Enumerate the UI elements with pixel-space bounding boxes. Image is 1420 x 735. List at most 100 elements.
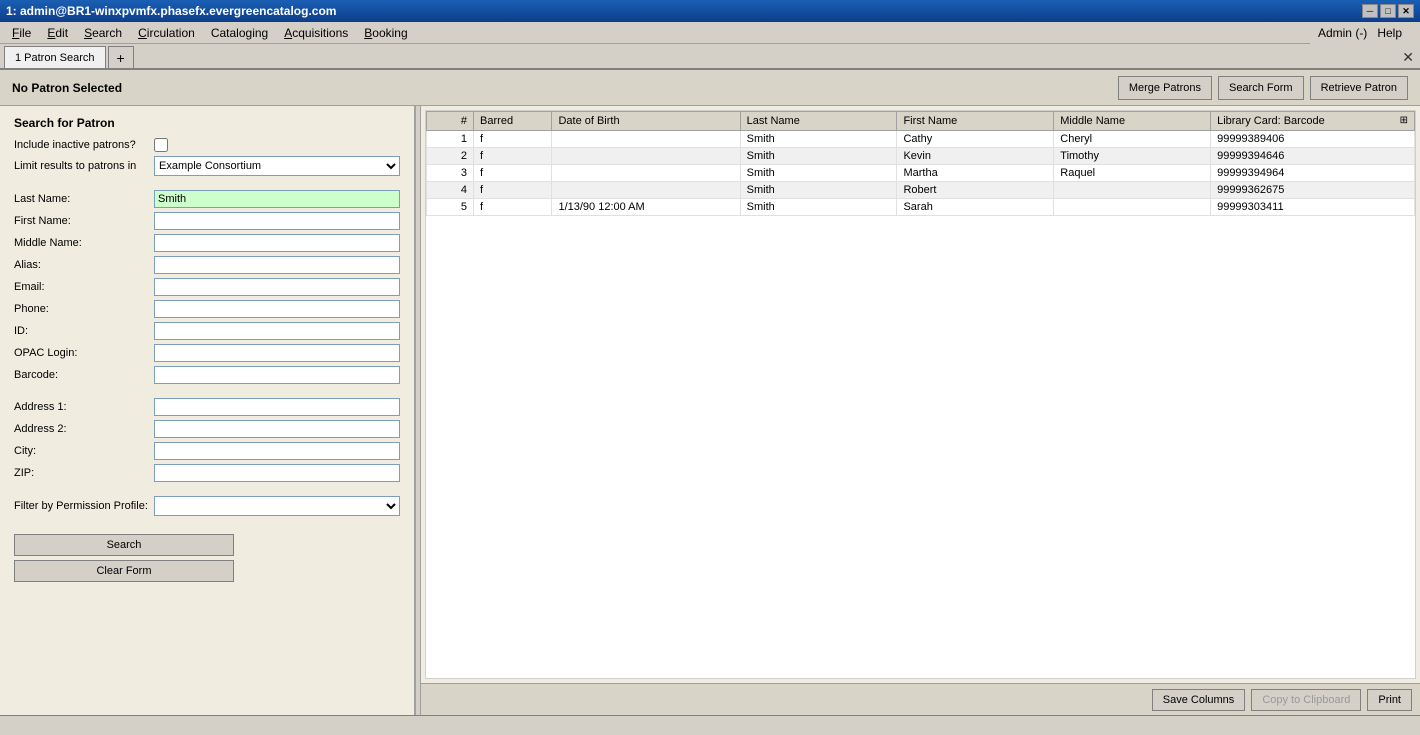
cell-lastname: Smith: [740, 165, 897, 182]
barcode-input[interactable]: [154, 366, 400, 384]
col-header-firstname[interactable]: First Name: [897, 112, 1054, 131]
address1-input[interactable]: [154, 398, 400, 416]
col-header-lastname[interactable]: Last Name: [740, 112, 897, 131]
retrieve-patron-button[interactable]: Retrieve Patron: [1310, 76, 1408, 100]
menu-cataloging[interactable]: Cataloging: [203, 24, 276, 42]
table-row[interactable]: 5 f 1/13/90 12:00 AM Smith Sarah 9999930…: [427, 199, 1415, 216]
city-row: City:: [14, 442, 400, 460]
col-header-card[interactable]: Library Card: Barcode ⊞: [1211, 112, 1415, 131]
cell-firstname: Sarah: [897, 199, 1054, 216]
results-table-container: # Barred Date of Birth Last Name First N…: [425, 110, 1416, 679]
patron-selected-title: No Patron Selected: [12, 81, 122, 95]
cell-barred: f: [474, 165, 552, 182]
cell-lastname: Smith: [740, 199, 897, 216]
alias-row: Alias:: [14, 256, 400, 274]
menu-file[interactable]: File: [4, 24, 39, 42]
save-columns-button[interactable]: Save Columns: [1152, 689, 1246, 711]
tab-add-button[interactable]: +: [108, 46, 134, 68]
alias-input[interactable]: [154, 256, 400, 274]
menu-acquisitions[interactable]: Acquisitions: [276, 24, 356, 42]
cell-dob: [552, 131, 740, 148]
col-header-num: #: [427, 112, 474, 131]
col-header-middle[interactable]: Middle Name: [1054, 112, 1211, 131]
titlebar-controls: ─ □ ✕: [1362, 4, 1414, 18]
menu-edit[interactable]: Edit: [39, 24, 76, 42]
help-label[interactable]: Help: [1377, 26, 1402, 40]
col-header-barred[interactable]: Barred: [474, 112, 552, 131]
window-close-icon[interactable]: ✕: [1402, 47, 1414, 67]
copy-clipboard-button[interactable]: Copy to Clipboard: [1251, 689, 1361, 711]
include-inactive-checkbox[interactable]: [154, 138, 168, 152]
address2-row: Address 2:: [14, 420, 400, 438]
cell-middle: Timothy: [1054, 148, 1211, 165]
menubar: File Edit Search Circulation Cataloging …: [0, 22, 1420, 44]
limit-results-select[interactable]: Example Consortium: [154, 156, 400, 176]
search-form-title: Search for Patron: [14, 116, 400, 130]
menu-search[interactable]: Search: [76, 24, 130, 42]
patron-header-buttons: Merge Patrons Search Form Retrieve Patro…: [1118, 76, 1408, 100]
cell-card: 99999394646: [1211, 148, 1415, 165]
filter-label: Filter by Permission Profile:: [14, 500, 154, 512]
menu-circulation[interactable]: Circulation: [130, 24, 203, 42]
tab-patron-search[interactable]: 1 Patron Search: [4, 46, 106, 68]
last-name-input[interactable]: [154, 190, 400, 208]
titlebar-title: 1: admin@BR1-winxpvmfx.phasefx.evergreen…: [6, 4, 336, 18]
email-label: Email:: [14, 281, 154, 293]
admin-area: Admin (-) Help: [1310, 22, 1420, 44]
filter-select[interactable]: [154, 496, 400, 516]
cell-firstname: Cathy: [897, 131, 1054, 148]
table-row[interactable]: 3 f Smith Martha Raquel 99999394964: [427, 165, 1415, 182]
admin-label[interactable]: Admin (-): [1318, 26, 1367, 40]
cell-card: 99999362675: [1211, 182, 1415, 199]
cell-num: 4: [427, 182, 474, 199]
cell-num: 3: [427, 165, 474, 182]
search-panel: Search for Patron Include inactive patro…: [0, 106, 415, 715]
first-name-input[interactable]: [154, 212, 400, 230]
cell-card: 99999303411: [1211, 199, 1415, 216]
cell-dob: [552, 148, 740, 165]
cell-lastname: Smith: [740, 131, 897, 148]
address1-row: Address 1:: [14, 398, 400, 416]
col-resize-icon[interactable]: ⊞: [1400, 115, 1408, 126]
close-button[interactable]: ✕: [1398, 4, 1414, 18]
table-row[interactable]: 2 f Smith Kevin Timothy 99999394646: [427, 148, 1415, 165]
cell-barred: f: [474, 199, 552, 216]
cell-lastname: Smith: [740, 182, 897, 199]
cell-middle: Cheryl: [1054, 131, 1211, 148]
address2-input[interactable]: [154, 420, 400, 438]
opac-login-label: OPAC Login:: [14, 347, 154, 359]
patron-header: No Patron Selected Merge Patrons Search …: [0, 70, 1420, 106]
first-name-row: First Name:: [14, 212, 400, 230]
table-row[interactable]: 1 f Smith Cathy Cheryl 99999389406: [427, 131, 1415, 148]
cell-firstname: Robert: [897, 182, 1054, 199]
search-form-button[interactable]: Search Form: [1218, 76, 1304, 100]
merge-patrons-button[interactable]: Merge Patrons: [1118, 76, 1212, 100]
cell-barred: f: [474, 131, 552, 148]
id-input[interactable]: [154, 322, 400, 340]
last-name-label: Last Name:: [14, 193, 154, 205]
clear-form-button[interactable]: Clear Form: [14, 560, 234, 582]
cell-firstname: Kevin: [897, 148, 1054, 165]
col-header-dob[interactable]: Date of Birth: [552, 112, 740, 131]
phone-input[interactable]: [154, 300, 400, 318]
first-name-label: First Name:: [14, 215, 154, 227]
results-table: # Barred Date of Birth Last Name First N…: [426, 111, 1415, 216]
opac-login-input[interactable]: [154, 344, 400, 362]
zip-label: ZIP:: [14, 467, 154, 479]
email-row: Email:: [14, 278, 400, 296]
include-inactive-label: Include inactive patrons?: [14, 139, 154, 151]
middle-name-label: Middle Name:: [14, 237, 154, 249]
search-button[interactable]: Search: [14, 534, 234, 556]
email-input[interactable]: [154, 278, 400, 296]
maximize-button[interactable]: □: [1380, 4, 1396, 18]
table-row[interactable]: 4 f Smith Robert 99999362675: [427, 182, 1415, 199]
menu-booking[interactable]: Booking: [356, 24, 415, 42]
titlebar: 1: admin@BR1-winxpvmfx.phasefx.evergreen…: [0, 0, 1420, 22]
zip-input[interactable]: [154, 464, 400, 482]
middle-name-row: Middle Name:: [14, 234, 400, 252]
print-button[interactable]: Print: [1367, 689, 1412, 711]
city-input[interactable]: [154, 442, 400, 460]
middle-name-input[interactable]: [154, 234, 400, 252]
alias-label: Alias:: [14, 259, 154, 271]
minimize-button[interactable]: ─: [1362, 4, 1378, 18]
